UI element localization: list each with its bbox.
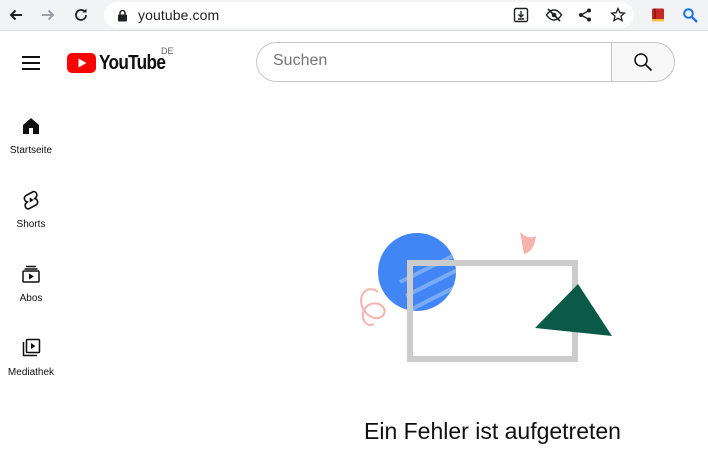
- youtube-header: YouTube DE: [0, 32, 708, 92]
- guide-item-mediathek[interactable]: Mediathek: [0, 324, 62, 388]
- green-triangle-shape: [535, 284, 612, 336]
- reload-icon: [75, 8, 87, 21]
- error-illustration: [360, 232, 612, 362]
- back-button[interactable]: [5, 4, 27, 26]
- address-bar[interactable]: youtube.com: [104, 2, 634, 28]
- menu-icon[interactable]: [18, 51, 44, 75]
- search-icon: [634, 53, 653, 72]
- search-extension-icon[interactable]: [679, 4, 701, 26]
- shorts-icon: [19, 188, 43, 212]
- bookmark-extension-icon[interactable]: [647, 4, 669, 26]
- guide-item-abos[interactable]: Abos: [0, 250, 62, 314]
- search-button[interactable]: [611, 42, 675, 82]
- subscriptions-icon: [19, 262, 43, 286]
- install-icon[interactable]: [511, 5, 531, 25]
- youtube-play-icon: [67, 53, 96, 73]
- guide-item-label: Mediathek: [7, 367, 55, 378]
- arrow-right-icon: [42, 9, 55, 21]
- guide-item-label: Shorts: [16, 219, 46, 230]
- forward-button[interactable]: [37, 4, 59, 26]
- pink-wedge-shape: [520, 232, 536, 254]
- lock-icon[interactable]: [115, 8, 129, 22]
- url-text[interactable]: youtube.com: [138, 7, 219, 23]
- browser-toolbar: youtube.com: [0, 0, 708, 31]
- arrow-left-icon: [9, 9, 22, 21]
- guide-item-label: Abos: [19, 293, 43, 304]
- eye-off-icon[interactable]: [544, 5, 564, 25]
- library-icon: [19, 336, 43, 360]
- reload-button[interactable]: [70, 4, 92, 26]
- pink-squiggle-shape: [360, 288, 386, 326]
- search-box[interactable]: [256, 42, 612, 82]
- home-icon: [19, 114, 43, 138]
- error-title: Ein Fehler ist aufgetreten: [364, 418, 621, 444]
- logo-wordmark: YouTube: [99, 51, 166, 74]
- guide-item-shorts[interactable]: Shorts: [0, 176, 62, 240]
- star-icon[interactable]: [608, 5, 628, 25]
- share-icon[interactable]: [575, 5, 595, 25]
- search-input[interactable]: [273, 52, 593, 70]
- guide-item-label: Startseite: [9, 145, 53, 156]
- guide-item-startseite[interactable]: Startseite: [0, 102, 62, 166]
- youtube-logo[interactable]: YouTube DE: [67, 46, 176, 74]
- country-code: DE: [161, 46, 174, 56]
